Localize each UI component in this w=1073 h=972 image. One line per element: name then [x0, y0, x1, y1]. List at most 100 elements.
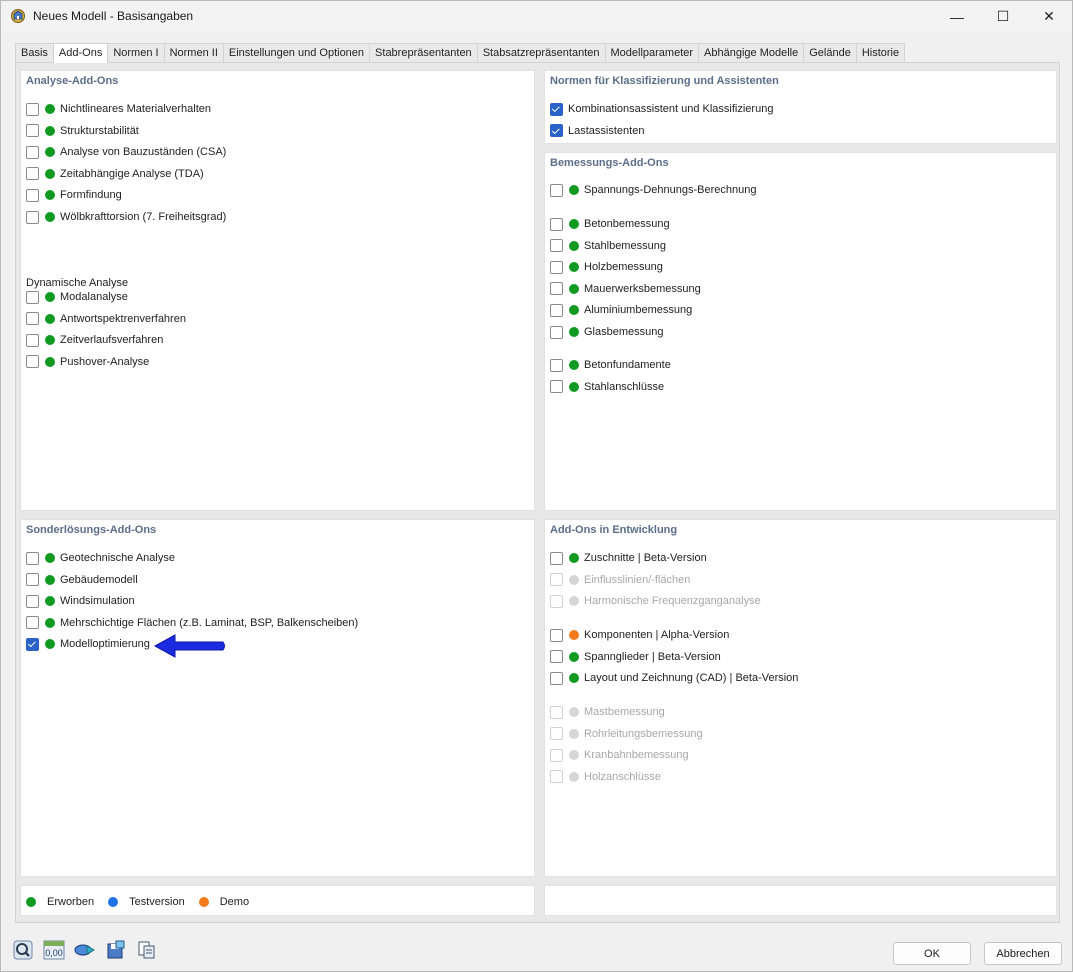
addon-checkbox[interactable]	[550, 650, 563, 664]
addon-item[interactable]: Pushover-Analyse	[26, 354, 149, 370]
status-dot-icon	[569, 771, 579, 782]
minimize-button[interactable]: —	[934, 1, 980, 32]
addon-item[interactable]: Spannungs-Dehnungs-Berechnung	[550, 182, 756, 198]
addon-checkbox[interactable]	[26, 145, 39, 159]
status-dot-icon	[45, 212, 55, 222]
addon-checkbox[interactable]	[26, 573, 39, 587]
addon-checkbox	[550, 705, 563, 719]
addon-label: Formfindung	[60, 189, 122, 202]
addon-item[interactable]: Antwortspektrenverfahren	[26, 311, 186, 327]
dialog-window: Neues Modell - Basisangaben — ☐ ✕ Basis A…	[0, 0, 1073, 972]
addon-checkbox[interactable]	[26, 355, 39, 369]
addon-checkbox[interactable]	[550, 102, 563, 116]
addon-item[interactable]: Modalanalyse	[26, 289, 128, 305]
addon-checkbox[interactable]	[550, 282, 563, 296]
addon-checkbox[interactable]	[550, 260, 563, 274]
addon-item[interactable]: Lastassistenten	[550, 123, 644, 139]
addon-item[interactable]: Analyse von Bauzuständen (CSA)	[26, 144, 226, 160]
tab-6[interactable]: Stabsatzrepräsentanten	[476, 43, 606, 62]
addon-item[interactable]: Zuschnitte | Beta-Version	[550, 550, 707, 566]
addon-checkbox[interactable]	[26, 312, 39, 326]
addon-checkbox[interactable]	[26, 188, 39, 202]
addon-item[interactable]: Spannglieder | Beta-Version	[550, 649, 721, 665]
addon-checkbox[interactable]	[26, 616, 39, 630]
status-dot-icon	[569, 262, 579, 273]
close-button[interactable]: ✕	[1026, 1, 1072, 32]
help-icon[interactable]	[12, 940, 34, 960]
addon-checkbox[interactable]	[26, 102, 39, 116]
addon-item[interactable]: Strukturstabilität	[26, 123, 139, 139]
addon-checkbox[interactable]	[550, 358, 563, 372]
status-dot-icon	[45, 147, 55, 158]
save-template-icon[interactable]	[105, 940, 127, 960]
annotation-arrow-icon	[153, 634, 225, 658]
addon-checkbox[interactable]	[26, 290, 39, 304]
addon-label: Zeitverlaufsverfahren	[60, 334, 164, 347]
addon-item[interactable]: Modelloptimierung	[26, 636, 150, 652]
legend-label: Demo	[219, 896, 250, 908]
tab-3[interactable]: Normen II	[163, 43, 224, 62]
tab-5[interactable]: Stabrepräsentanten	[369, 43, 478, 62]
addon-item[interactable]: Stahlanschlüsse	[550, 379, 664, 395]
title-bar: Neues Modell - Basisangaben — ☐ ✕	[1, 1, 1072, 32]
addon-item[interactable]: Stahlbemessung	[550, 238, 666, 254]
addon-checkbox[interactable]	[550, 124, 563, 138]
addon-item[interactable]: Windsimulation	[26, 593, 135, 609]
addon-checkbox[interactable]	[550, 303, 563, 317]
addon-label: Holzbemessung	[584, 261, 663, 274]
maximize-button[interactable]: ☐	[980, 1, 1026, 32]
addon-item: Holzanschlüsse	[550, 769, 661, 785]
tab-10[interactable]: Historie	[855, 43, 906, 62]
addon-item[interactable]: Gebäudemodell	[26, 572, 138, 588]
tab-1[interactable]: Add-Ons	[52, 43, 109, 63]
addon-item[interactable]: Layout und Zeichnung (CAD) | Beta-Versio…	[550, 670, 798, 686]
addon-checkbox[interactable]	[26, 124, 39, 138]
addon-item[interactable]: Betonfundamente	[550, 357, 671, 373]
addon-checkbox[interactable]	[26, 594, 39, 608]
addon-label: Aluminiumbemessung	[584, 304, 693, 317]
tab-8[interactable]: Abhängige Modelle	[698, 43, 805, 62]
addon-checkbox[interactable]	[550, 325, 563, 339]
tab-0[interactable]: Basis	[15, 43, 54, 62]
addon-checkbox[interactable]	[26, 551, 39, 565]
addon-label: Glasbemessung	[584, 326, 664, 338]
addon-item[interactable]: Komponenten | Alpha-Version	[550, 627, 729, 643]
addon-label: Zeitabhängige Analyse (TDA)	[60, 167, 204, 180]
addon-item[interactable]: Formfindung	[26, 187, 122, 203]
addon-item[interactable]: Kombinationsassistent und Klassifizierun…	[550, 101, 773, 117]
addon-item[interactable]: Mehrschichtige Flächen (z.B. Laminat, BS…	[26, 615, 358, 631]
addon-checkbox[interactable]	[550, 183, 563, 197]
addon-checkbox[interactable]	[550, 239, 563, 253]
status-dot-icon	[569, 707, 579, 717]
tab-2[interactable]: Normen I	[107, 43, 165, 62]
ok-button[interactable]: OK	[893, 942, 971, 965]
addon-item[interactable]: Zeitverlaufsverfahren	[26, 332, 163, 348]
copy-icon[interactable]	[136, 940, 158, 960]
addon-checkbox[interactable]	[26, 637, 39, 651]
addon-item[interactable]: Nichtlineares Materialverhalten	[26, 101, 211, 117]
units-icon[interactable]: 0,00	[43, 940, 65, 960]
transfer-icon[interactable]	[74, 940, 96, 960]
addon-item[interactable]: Betonbemessung	[550, 216, 670, 232]
addon-item[interactable]: Holzbemessung	[550, 259, 663, 275]
addon-checkbox[interactable]	[550, 551, 563, 565]
addon-item[interactable]: Aluminiumbemessung	[550, 302, 692, 318]
addon-checkbox[interactable]	[26, 167, 39, 181]
addon-item[interactable]: Glasbemessung	[550, 324, 664, 340]
addon-checkbox[interactable]	[550, 628, 563, 642]
addon-item[interactable]: Wölbkrafttorsion (7. Freiheitsgrad)	[26, 209, 226, 225]
addon-checkbox[interactable]	[550, 671, 563, 685]
addon-item[interactable]: Mauerwerksbemessung	[550, 281, 701, 297]
addon-checkbox[interactable]	[550, 217, 563, 231]
addon-checkbox[interactable]	[550, 380, 563, 394]
addon-label: Modelloptimierung	[60, 638, 150, 651]
addon-item[interactable]: Zeitabhängige Analyse (TDA)	[26, 166, 204, 182]
addon-label: Mehrschichtige Flächen (z.B. Laminat, BS…	[60, 616, 359, 629]
addon-checkbox[interactable]	[26, 333, 39, 347]
tab-9[interactable]: Gelände	[803, 43, 857, 62]
cancel-button[interactable]: Abbrechen	[984, 942, 1062, 965]
addon-item[interactable]: Geotechnische Analyse	[26, 550, 175, 566]
addon-checkbox[interactable]	[26, 210, 39, 224]
tab-4[interactable]: Einstellungen und Optionen	[222, 43, 371, 62]
tab-7[interactable]: Modellparameter	[604, 43, 700, 62]
